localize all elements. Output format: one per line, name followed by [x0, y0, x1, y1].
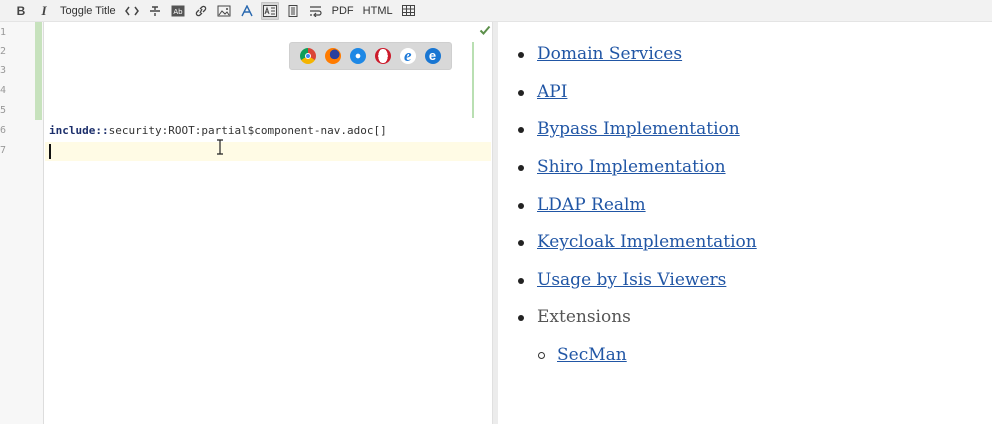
svg-text:Ab: Ab — [173, 8, 183, 16]
include-keyword: include:: — [49, 124, 109, 137]
nav-link-shiro-implementation[interactable]: Shiro Implementation — [537, 157, 726, 177]
rendered-preview: Domain Services API Bypass Implementatio… — [498, 22, 992, 424]
line-number: 3 — [0, 65, 7, 76]
bullet — [518, 90, 524, 96]
image-icon[interactable] — [215, 2, 233, 20]
bold-button[interactable]: B — [12, 2, 30, 20]
ibeam-cursor-icon — [217, 139, 223, 155]
code-icon[interactable] — [123, 2, 141, 20]
scroll-indicator[interactable] — [472, 42, 474, 118]
line-number: 1 — [0, 27, 7, 38]
nav-link-ldap-realm[interactable]: LDAP Realm — [537, 195, 646, 215]
include-target: security:ROOT:partial$component-nav.adoc… — [108, 124, 387, 137]
current-line-highlight — [45, 142, 491, 161]
nav-link-domain-services[interactable]: Domain Services — [537, 44, 682, 64]
nav-section-extensions: Extensions — [537, 307, 631, 327]
html-button[interactable]: HTML — [361, 2, 395, 20]
safari-icon[interactable] — [350, 48, 367, 64]
bullet — [518, 165, 524, 171]
edge-icon[interactable]: e — [424, 48, 441, 64]
strikethrough-icon[interactable] — [146, 2, 164, 20]
nav-link-secman[interactable]: SecMan — [557, 345, 627, 365]
code-editor[interactable]: include::security:ROOT:partial$component… — [45, 22, 492, 424]
nav-link-keycloak-implementation[interactable]: Keycloak Implementation — [537, 232, 757, 252]
font-icon[interactable] — [238, 2, 256, 20]
nav-link-usage-by-isis-viewers[interactable]: Usage by Isis Viewers — [537, 270, 726, 290]
internet-explorer-icon[interactable]: e — [399, 47, 416, 64]
bullet — [518, 203, 524, 209]
toggle-title-button[interactable]: Toggle Title — [58, 2, 118, 20]
editor-toolbar: B I Toggle Title Ab PDF HTML — [0, 0, 992, 22]
wrap-icon[interactable] — [307, 2, 325, 20]
nav-link-bypass-implementation[interactable]: Bypass Implementation — [537, 119, 740, 139]
bullet — [518, 240, 524, 246]
line-number-gutter: 1 2 3 4 5 6 7 — [0, 22, 44, 424]
italic-button[interactable]: I — [35, 2, 53, 20]
document-icon[interactable] — [284, 2, 302, 20]
code-line[interactable]: include::security:ROOT:partial$component… — [49, 124, 387, 137]
highlight-icon[interactable]: Ab — [169, 2, 187, 20]
line-number: 5 — [0, 105, 7, 116]
pdf-button[interactable]: PDF — [330, 2, 356, 20]
checkmark-icon — [479, 25, 491, 35]
table-icon[interactable] — [400, 2, 418, 20]
browser-preview-bar: e e — [289, 42, 452, 70]
bullet — [518, 52, 524, 58]
sub-bullet — [538, 352, 545, 359]
change-marker — [35, 22, 42, 120]
firefox-icon[interactable] — [325, 48, 342, 64]
opera-icon[interactable] — [374, 48, 391, 64]
line-number: 4 — [0, 85, 7, 96]
bullet — [518, 315, 524, 321]
chrome-icon[interactable] — [300, 48, 317, 64]
line-number: 2 — [0, 46, 7, 57]
link-icon[interactable] — [192, 2, 210, 20]
bullet — [518, 278, 524, 284]
text-caret — [49, 144, 51, 159]
preview-toggle-icon[interactable] — [260, 1, 279, 20]
line-number: 6 — [0, 125, 7, 136]
line-number: 7 — [0, 145, 7, 156]
bullet — [518, 127, 524, 133]
nav-link-api[interactable]: API — [537, 82, 567, 102]
